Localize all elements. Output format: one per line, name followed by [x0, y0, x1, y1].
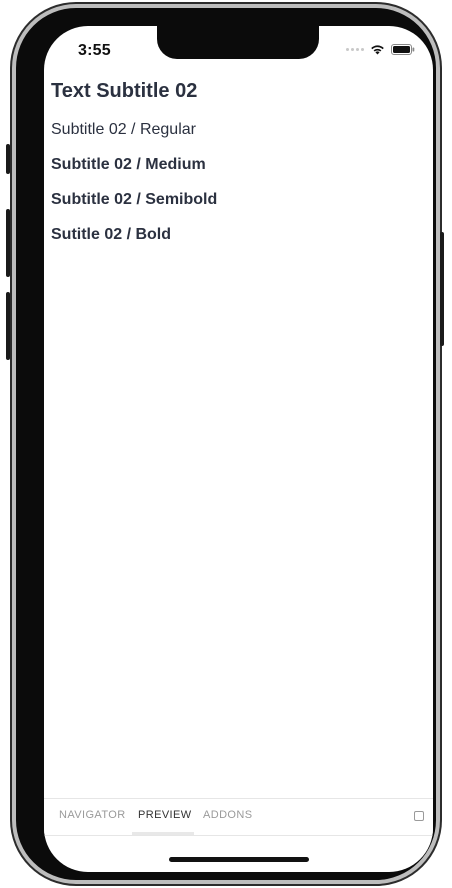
phone-frame: 3:55 Text Subtitle 02 Subtitle 02 / Regu…	[6, 4, 444, 884]
preview-title: Text Subtitle 02	[51, 80, 198, 102]
mute-switch	[6, 144, 10, 174]
battery-icon	[391, 44, 415, 55]
home-indicator[interactable]	[169, 857, 309, 862]
text-medium: Subtitle 02 / Medium	[51, 156, 206, 173]
power-button	[440, 232, 444, 346]
volume-down-button	[6, 292, 10, 360]
notch	[157, 26, 319, 59]
text-semibold: Subtitle 02 / Semibold	[51, 191, 218, 208]
status-icons	[346, 44, 415, 55]
text-bold: Sutitle 02 / Bold	[51, 226, 172, 243]
active-tab-indicator	[132, 832, 194, 835]
phone-screen: 3:55 Text Subtitle 02 Subtitle 02 / Regu…	[44, 26, 433, 872]
tab-preview[interactable]: PREVIEW	[138, 809, 192, 821]
signal-icon	[346, 48, 364, 51]
tab-addons[interactable]: ADDONS	[203, 809, 252, 821]
text-regular: Subtitle 02 / Regular	[51, 121, 196, 138]
storybook-tab-bar: NAVIGATOR PREVIEW ADDONS	[44, 798, 433, 836]
status-time: 3:55	[78, 42, 111, 59]
volume-up-button	[6, 209, 10, 277]
tab-navigator[interactable]: NAVIGATOR	[59, 809, 126, 821]
checkbox-icon[interactable]	[414, 811, 424, 821]
wifi-icon	[371, 45, 384, 55]
